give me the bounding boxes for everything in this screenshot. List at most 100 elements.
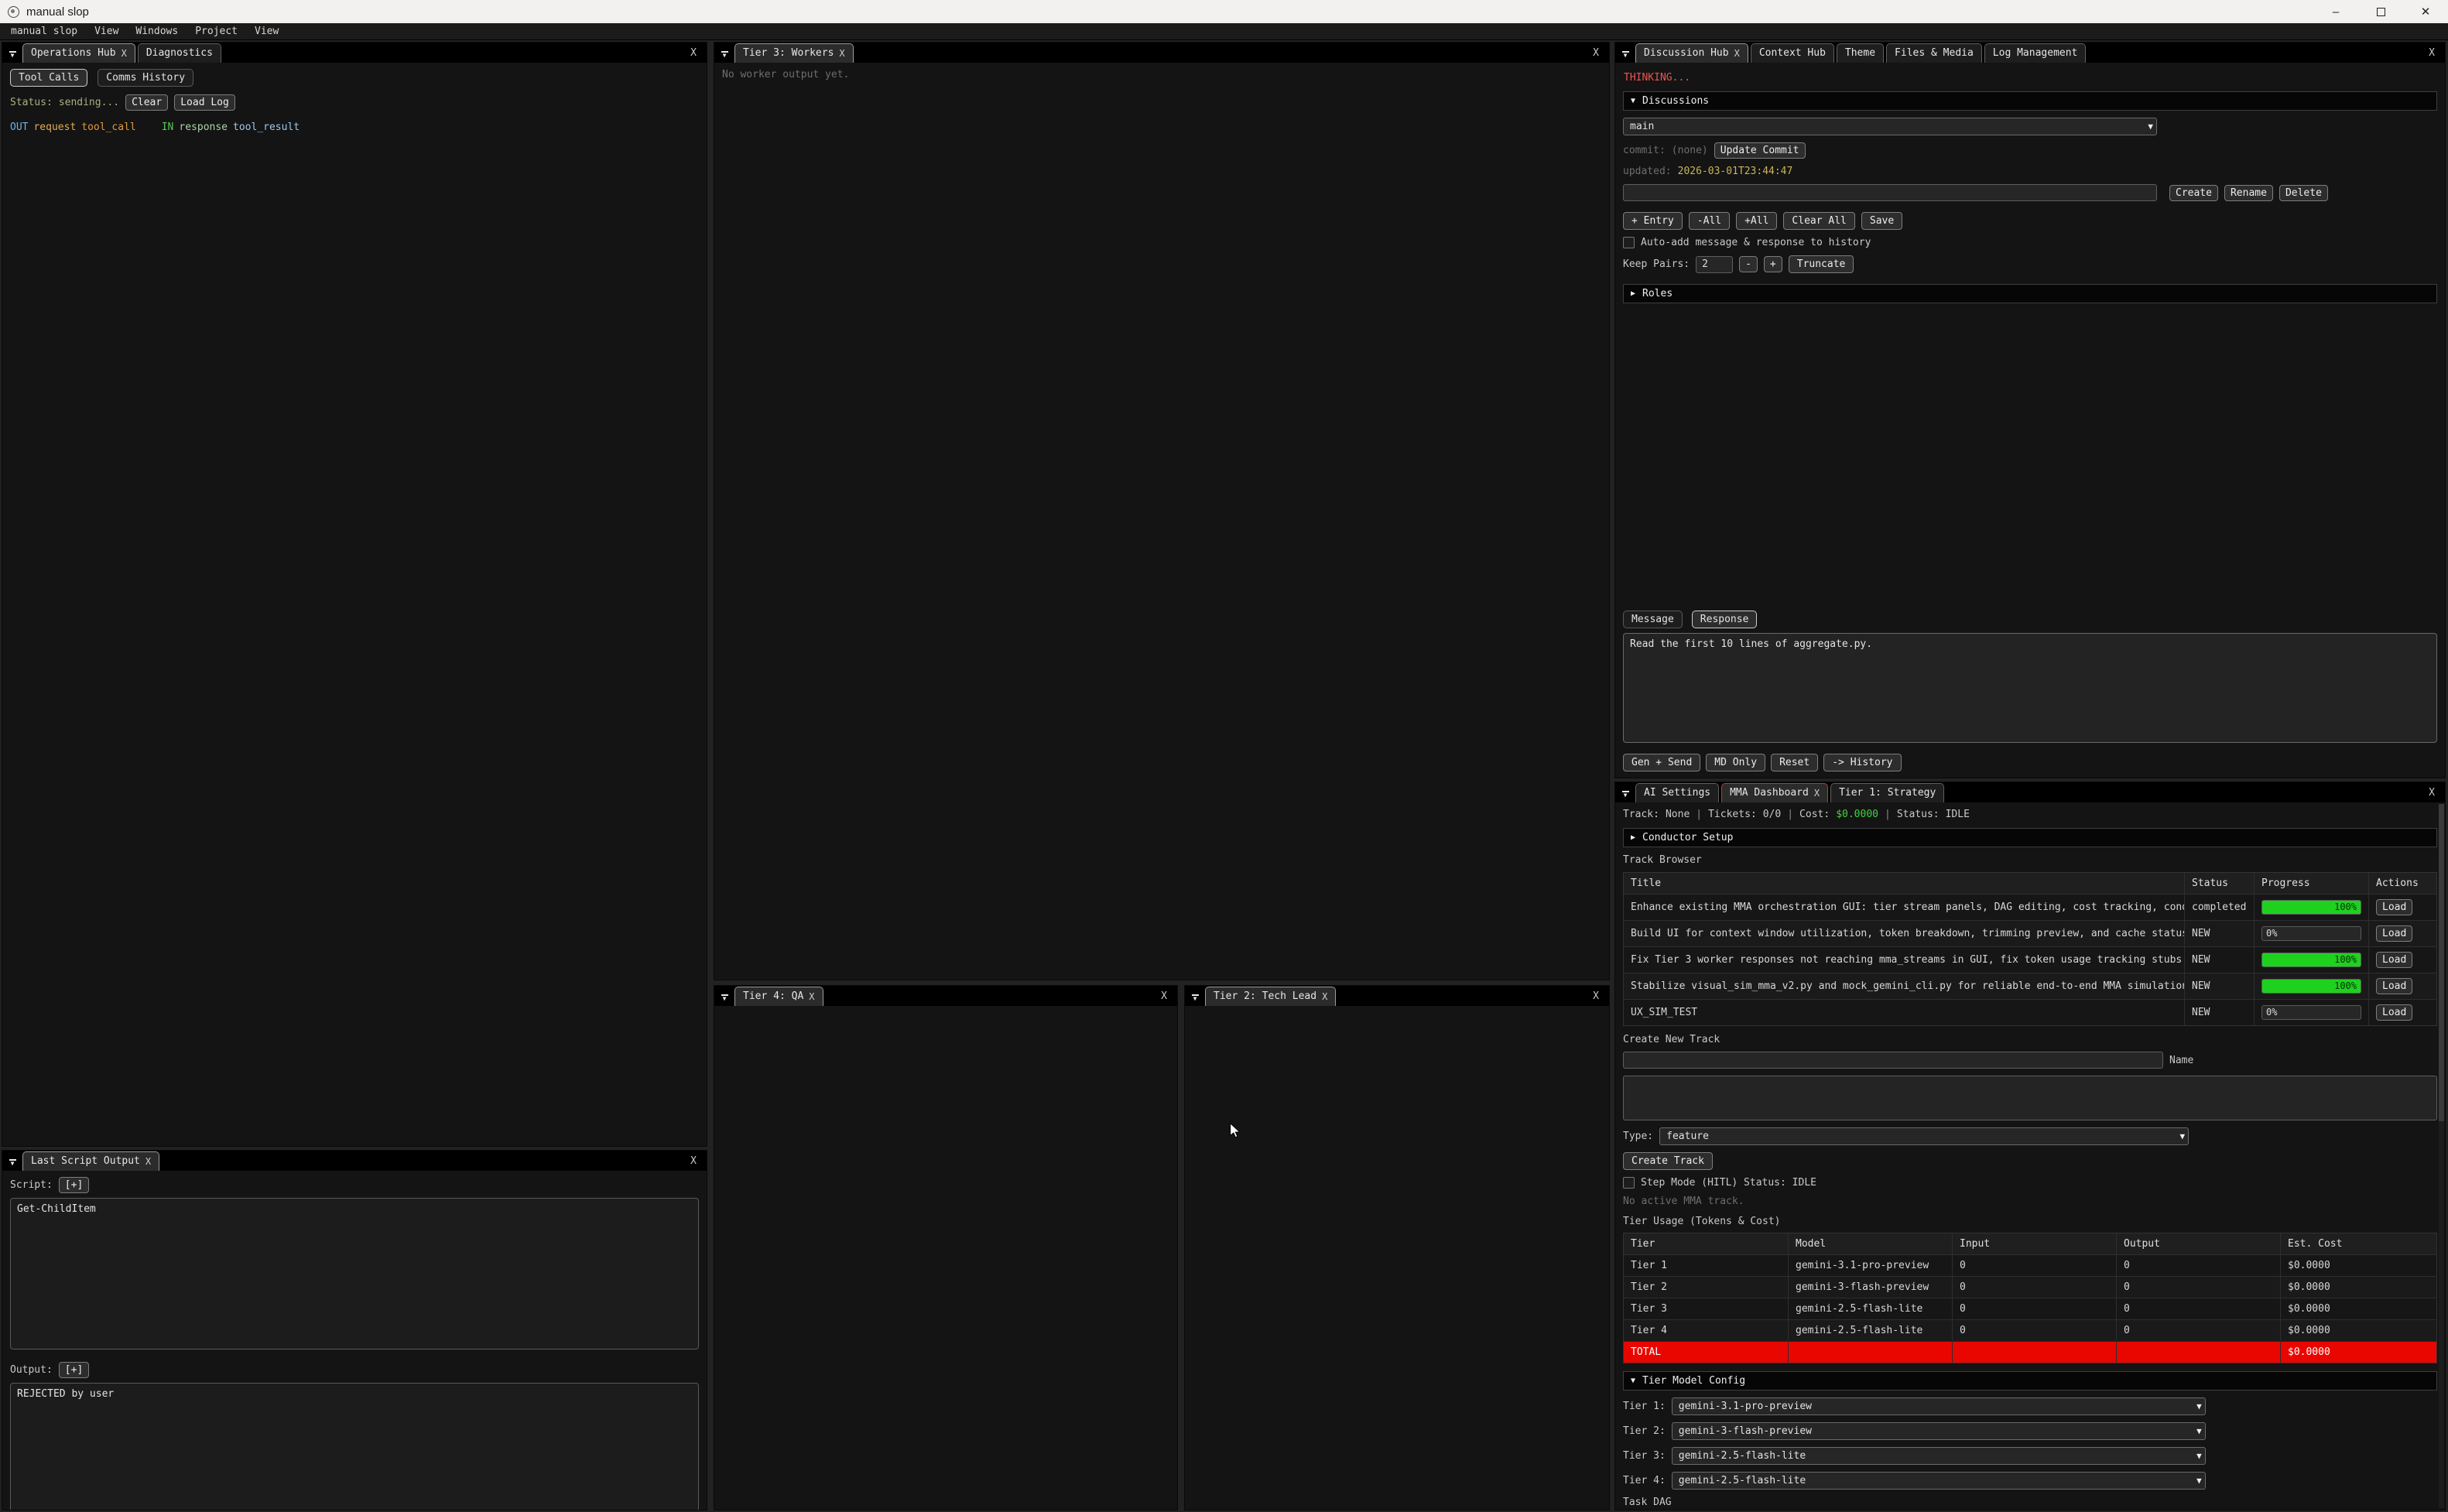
load-button[interactable]: Load: [2376, 952, 2412, 968]
tab-close-icon[interactable]: X: [1734, 48, 1740, 59]
tab-comms-history[interactable]: Comms History: [98, 69, 193, 87]
discussion-name-input[interactable]: [1623, 184, 2157, 201]
discussion-select[interactable]: main ▼: [1623, 118, 2157, 135]
tab-close-icon[interactable]: X: [839, 48, 844, 59]
tab-files-media[interactable]: Files & Media: [1886, 43, 1982, 63]
tier4-model-select[interactable]: gemini-2.5-flash-lite ▼: [1672, 1472, 2206, 1490]
track-type-select[interactable]: feature ▼: [1659, 1127, 2189, 1145]
maximize-icon[interactable]: [2358, 0, 2403, 23]
minimize-icon[interactable]: –: [2313, 0, 2358, 23]
clear-all-button[interactable]: Clear All: [1783, 212, 1854, 230]
tab-tier3-workers[interactable]: Tier 3: Workers X: [734, 43, 854, 63]
tier2-model-select[interactable]: gemini-3-flash-preview ▼: [1672, 1422, 2206, 1440]
tab-close-icon[interactable]: X: [809, 991, 814, 1002]
panel-close-icon[interactable]: X: [2422, 785, 2442, 802]
tier2-techlead-content: [1185, 1006, 1609, 1510]
tab-tool-calls[interactable]: Tool Calls: [10, 69, 87, 87]
decrement-button[interactable]: -: [1739, 256, 1758, 272]
tier3-model-select[interactable]: gemini-2.5-flash-lite ▼: [1672, 1447, 2206, 1465]
add-entry-button[interactable]: + Entry: [1623, 212, 1683, 230]
conductor-setup-header[interactable]: ▶ Conductor Setup: [1623, 828, 2437, 847]
tab-tier2-techlead[interactable]: Tier 2: Tech Lead X: [1205, 987, 1336, 1006]
tab-close-icon[interactable]: X: [1322, 991, 1327, 1002]
tab-operations-hub[interactable]: Operations Hub X: [22, 43, 135, 63]
tab-mma-dashboard[interactable]: MMA Dashboard X: [1721, 783, 1828, 802]
panel-menu-icon[interactable]: ▼: [717, 47, 731, 61]
panel-close-icon[interactable]: X: [1154, 988, 1174, 1006]
message-textarea[interactable]: Read the first 10 lines of aggregate.py.: [1623, 633, 2437, 743]
truncate-button[interactable]: Truncate: [1789, 255, 1854, 273]
to-history-button[interactable]: -> History: [1823, 754, 1901, 771]
panel-close-icon[interactable]: X: [683, 45, 704, 63]
tier1-model-select[interactable]: gemini-3.1-pro-preview ▼: [1672, 1397, 2206, 1415]
panel-menu-icon[interactable]: ▼: [5, 47, 19, 61]
tab-close-icon[interactable]: X: [146, 1156, 151, 1167]
output-expand-button[interactable]: [+]: [59, 1362, 89, 1378]
create-track-button[interactable]: Create Track: [1623, 1152, 1713, 1170]
panel-close-icon[interactable]: X: [1586, 988, 1606, 1006]
tab-tier1-strategy[interactable]: Tier 1: Strategy: [1830, 783, 1944, 802]
panel-menu-icon[interactable]: ▼: [717, 990, 731, 1004]
load-log-button[interactable]: Load Log: [174, 94, 235, 111]
empty-state-text: No worker output yet.: [722, 69, 849, 80]
output-textarea[interactable]: REJECTED by user: [10, 1383, 699, 1510]
script-textarea[interactable]: Get-ChildItem: [10, 1198, 699, 1350]
tab-ai-settings[interactable]: AI Settings: [1635, 783, 1719, 802]
tab-diagnostics[interactable]: Diagnostics: [138, 43, 221, 63]
panel-close-icon[interactable]: X: [2422, 45, 2442, 63]
tab-context-hub[interactable]: Context Hub: [1751, 43, 1834, 63]
roles-section-header[interactable]: ▶ Roles: [1623, 284, 2437, 303]
close-icon[interactable]: ✕: [2403, 0, 2448, 23]
load-button[interactable]: Load: [2376, 899, 2412, 915]
rename-button[interactable]: Rename: [2224, 185, 2273, 201]
script-expand-button[interactable]: [+]: [59, 1177, 89, 1193]
gen-send-button[interactable]: Gen + Send: [1623, 754, 1700, 771]
update-commit-button[interactable]: Update Commit: [1714, 142, 1806, 159]
expand-all-button[interactable]: +All: [1736, 212, 1777, 230]
menu-item-view-2[interactable]: View: [255, 26, 279, 37]
create-button[interactable]: Create: [2169, 185, 2218, 201]
table-row: Fix Tier 3 worker responses not reaching…: [1624, 946, 2436, 973]
menu-item-windows[interactable]: Windows: [135, 26, 178, 37]
step-mode-checkbox[interactable]: [1623, 1177, 1635, 1189]
tab-tier4-qa[interactable]: Tier 4: QA X: [734, 987, 823, 1006]
menu-item-project[interactable]: Project: [195, 26, 238, 37]
scrollbar-thumb[interactable]: [2439, 804, 2444, 1121]
increment-button[interactable]: +: [1764, 256, 1782, 272]
progress-bar: 100%: [2261, 900, 2361, 915]
chevron-down-icon: ▼: [1631, 97, 1635, 105]
keep-pairs-input[interactable]: 2: [1696, 256, 1733, 273]
tab-last-script-output[interactable]: Last Script Output X: [22, 1151, 159, 1171]
tab-close-icon[interactable]: X: [1814, 788, 1820, 799]
tab-message[interactable]: Message: [1623, 611, 1683, 628]
menu-item-manual-slop[interactable]: manual slop: [11, 26, 77, 37]
auto-add-checkbox[interactable]: [1623, 237, 1635, 248]
track-name-input[interactable]: [1623, 1052, 2163, 1069]
delete-button[interactable]: Delete: [2279, 185, 2328, 201]
load-button[interactable]: Load: [2376, 925, 2412, 942]
panel-menu-icon[interactable]: ▼: [1188, 990, 1202, 1004]
tab-close-icon[interactable]: X: [122, 48, 127, 59]
load-button[interactable]: Load: [2376, 978, 2412, 994]
track-description-textarea[interactable]: [1623, 1076, 2437, 1120]
md-only-button[interactable]: MD Only: [1706, 754, 1765, 771]
discussions-section-header[interactable]: ▼ Discussions: [1623, 91, 2437, 111]
panel-menu-icon[interactable]: ▼: [5, 1155, 19, 1169]
load-button[interactable]: Load: [2376, 1004, 2412, 1021]
tab-response[interactable]: Response: [1692, 611, 1758, 628]
tier-model-config-header[interactable]: ▼ Tier Model Config: [1623, 1371, 2437, 1391]
collapse-all-button[interactable]: -All: [1689, 212, 1730, 230]
tab-theme[interactable]: Theme: [1837, 43, 1884, 63]
clear-button[interactable]: Clear: [125, 94, 168, 111]
menu-item-view[interactable]: View: [94, 26, 118, 37]
reset-button[interactable]: Reset: [1771, 754, 1818, 771]
panel-menu-icon[interactable]: ▼: [1618, 47, 1632, 61]
panel-close-icon[interactable]: X: [683, 1153, 704, 1171]
tab-log-management[interactable]: Log Management: [1984, 43, 2087, 63]
scrollbar[interactable]: [2439, 804, 2444, 1508]
tickets-label: Tickets:: [1708, 809, 1757, 820]
panel-menu-icon[interactable]: ▼: [1618, 787, 1632, 801]
save-button[interactable]: Save: [1861, 212, 1902, 230]
panel-close-icon[interactable]: X: [1586, 45, 1606, 63]
tab-discussion-hub[interactable]: Discussion Hub X: [1635, 43, 1748, 63]
